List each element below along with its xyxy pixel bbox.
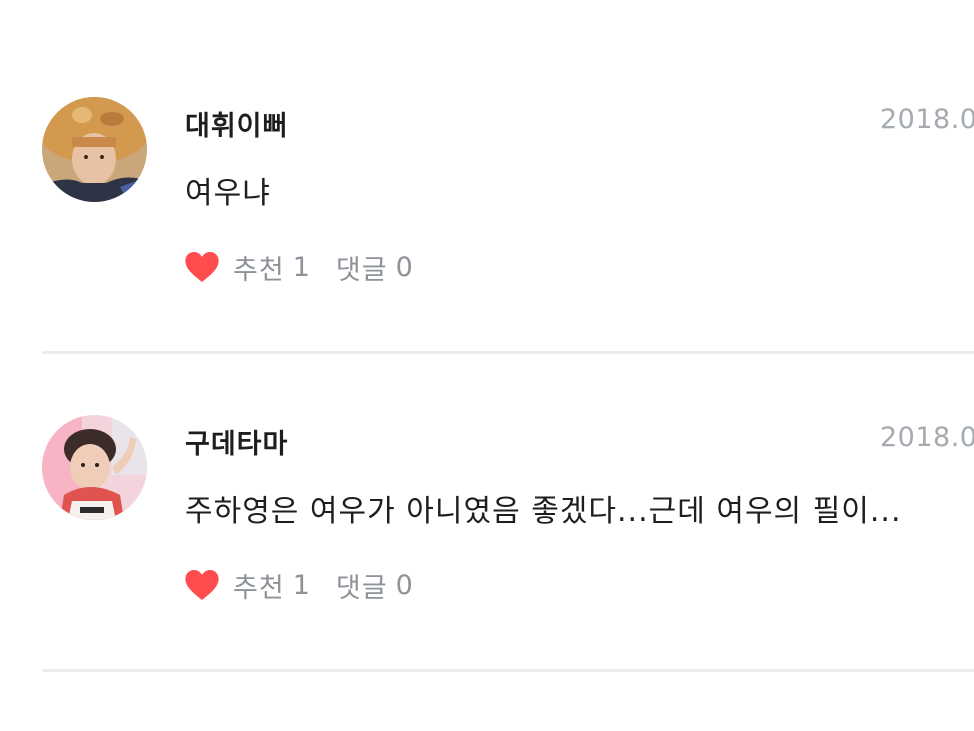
comment-list: 대휘이뻐 2018.0 여우냐 추천 1 댓글 0 구데타마 2018.0 주하… bbox=[0, 0, 974, 731]
comment-author[interactable]: 대휘이뻐 bbox=[185, 104, 288, 143]
comment-author[interactable]: 구데타마 bbox=[185, 422, 288, 461]
like-button[interactable]: 추천 1 bbox=[183, 248, 310, 287]
like-count: 1 bbox=[292, 251, 310, 283]
heart-icon bbox=[185, 569, 219, 601]
divider bbox=[42, 669, 974, 672]
avatar-image bbox=[42, 97, 147, 202]
reply-button[interactable]: 댓글 0 bbox=[336, 248, 413, 287]
reply-count: 0 bbox=[395, 569, 413, 601]
like-label: 추천 bbox=[233, 572, 285, 604]
comment-actions: 추천 1 댓글 0 bbox=[183, 245, 413, 289]
comment-actions: 추천 1 댓글 0 bbox=[183, 563, 413, 607]
avatar-image bbox=[42, 415, 147, 520]
comment-date: 2018.0 bbox=[880, 422, 974, 453]
reply-label: 댓글 bbox=[335, 572, 388, 604]
avatar[interactable] bbox=[42, 415, 147, 520]
comment-item: 대휘이뻐 2018.0 여우냐 추천 1 댓글 0 bbox=[0, 0, 974, 354]
comment-text: 주하영은 여우가 아니였음 좋겠다...근데 여우의 필이... bbox=[185, 494, 902, 529]
comment-item: 구데타마 2018.0 주하영은 여우가 아니였음 좋겠다...근데 여우의 필… bbox=[0, 318, 974, 672]
comment-text: 여우냐 bbox=[185, 176, 271, 211]
avatar[interactable] bbox=[42, 97, 147, 202]
reply-label: 댓글 bbox=[335, 254, 388, 286]
reply-count: 0 bbox=[395, 251, 413, 283]
like-label: 추천 bbox=[233, 254, 285, 286]
like-count: 1 bbox=[292, 569, 310, 601]
reply-button[interactable]: 댓글 0 bbox=[336, 566, 413, 605]
like-button[interactable]: 추천 1 bbox=[183, 566, 310, 605]
heart-icon bbox=[185, 251, 219, 283]
comment-date: 2018.0 bbox=[880, 104, 974, 135]
